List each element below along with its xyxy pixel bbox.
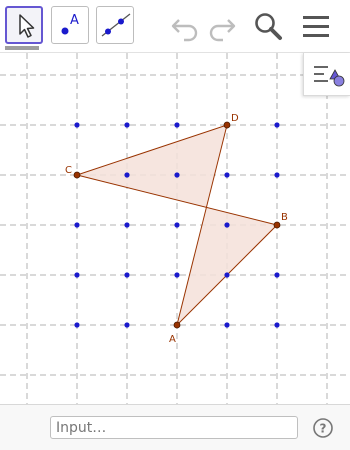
grid-point[interactable] [124, 122, 130, 128]
graphics-view[interactable]: A B C D [0, 53, 350, 404]
cursor-arrow-icon [19, 14, 35, 38]
point-label-b: B [281, 212, 288, 223]
selected-tool-indicator [5, 46, 39, 50]
grid-point[interactable] [124, 222, 130, 228]
algebra-view-toggle[interactable] [303, 53, 350, 96]
point-label-a: A [169, 334, 176, 345]
point-label-c: C [65, 165, 72, 176]
point-icon-letter: A [70, 13, 79, 28]
grid-point[interactable] [174, 172, 180, 178]
main-menu-button[interactable] [298, 8, 334, 44]
grid-point[interactable] [174, 122, 180, 128]
redo-button[interactable] [203, 8, 239, 44]
graphics-canvas[interactable]: A B C D [0, 53, 350, 404]
input-bar: ? [0, 404, 350, 450]
point-icon: A [61, 13, 79, 35]
point-d[interactable] [223, 121, 231, 129]
toolbar: A [0, 0, 350, 53]
move-tool-button[interactable] [5, 6, 43, 44]
search-button[interactable] [250, 8, 286, 44]
point-c[interactable] [73, 171, 81, 179]
point-a[interactable] [173, 321, 181, 329]
point-b[interactable] [273, 221, 281, 229]
redo-icon [209, 19, 236, 42]
grid-point[interactable] [224, 172, 230, 178]
grid-point[interactable] [274, 322, 280, 328]
grid-point[interactable] [274, 122, 280, 128]
point-label-d: D [231, 113, 239, 124]
help-symbol: ? [320, 422, 327, 436]
help-icon: ? [313, 418, 333, 438]
help-button[interactable]: ? [312, 417, 334, 439]
grid-point[interactable] [74, 272, 80, 278]
point-tool-button[interactable]: A [51, 6, 89, 44]
grid-point[interactable] [74, 322, 80, 328]
grid-point[interactable] [274, 172, 280, 178]
grid-point[interactable] [124, 172, 130, 178]
input-field[interactable] [50, 416, 298, 439]
line-tool-button[interactable] [96, 6, 134, 44]
line-through-points-icon [101, 13, 131, 37]
geogebra-app: A A B C D Input… ? [0, 0, 350, 450]
grid-point[interactable] [74, 122, 80, 128]
grid-point[interactable] [124, 272, 130, 278]
grid-point[interactable] [174, 222, 180, 228]
search-icon [255, 13, 282, 40]
grid-point[interactable] [224, 272, 230, 278]
undo-button[interactable] [168, 8, 204, 44]
grid-point[interactable] [224, 322, 230, 328]
grid-point[interactable] [124, 322, 130, 328]
undo-icon [171, 19, 198, 42]
grid-point[interactable] [224, 222, 230, 228]
algebra-view-icon [314, 66, 345, 87]
grid-point[interactable] [274, 272, 280, 278]
grid-point[interactable] [174, 272, 180, 278]
grid-point[interactable] [74, 222, 80, 228]
hamburger-menu-icon [303, 16, 329, 37]
